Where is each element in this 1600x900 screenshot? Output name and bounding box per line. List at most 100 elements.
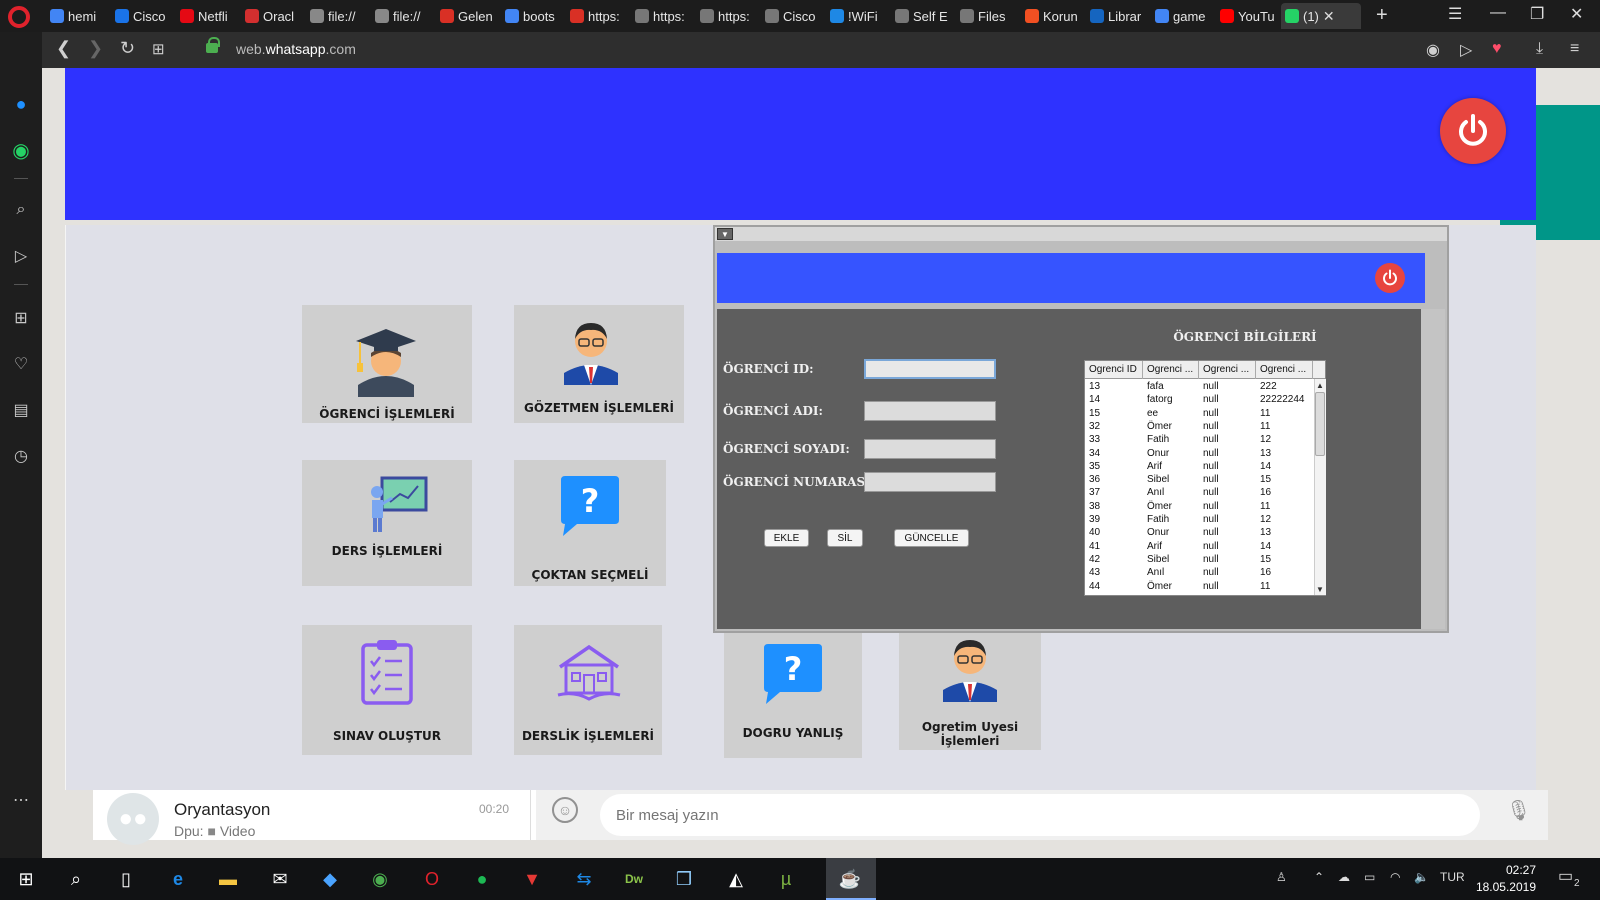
cube-app-icon[interactable]: ❒: [670, 865, 698, 893]
opera-logo-icon[interactable]: [8, 6, 30, 28]
teamviewer-icon[interactable]: ⇆: [570, 865, 598, 893]
table-row[interactable]: 14 fatorg null 22222244: [1085, 393, 1313, 406]
student-number-field[interactable]: [864, 472, 996, 492]
wifi-icon[interactable]: ◠: [1390, 870, 1400, 884]
onedrive-icon[interactable]: ☁: [1338, 870, 1350, 884]
student-id-field[interactable]: [864, 359, 996, 379]
browser-tab[interactable]: Korun: [1021, 3, 1083, 29]
messenger-icon[interactable]: ●: [9, 92, 33, 116]
news-icon[interactable]: ▤: [9, 398, 33, 422]
course-operations-tile[interactable]: DERS İŞLEMLERİ: [302, 460, 472, 586]
spotify-icon[interactable]: ●: [468, 865, 496, 893]
exit-power-button[interactable]: [1440, 98, 1506, 164]
heart-icon[interactable]: ♥: [1492, 40, 1502, 58]
emoji-icon[interactable]: ☺: [552, 797, 578, 823]
student-surname-field[interactable]: [864, 439, 996, 459]
update-button[interactable]: GÜNCELLE: [894, 529, 969, 547]
browser-tab[interactable]: https:: [631, 3, 693, 29]
message-input[interactable]: [600, 794, 1480, 836]
browser-tab[interactable]: Self E: [891, 3, 953, 29]
browser-tab[interactable]: YouTu: [1216, 3, 1278, 29]
search-icon[interactable]: ⌕: [9, 198, 33, 222]
browser-tab[interactable]: Gelen: [436, 3, 498, 29]
table-row[interactable]: 15 ee null 11: [1085, 407, 1313, 420]
browser-tab[interactable]: game: [1151, 3, 1213, 29]
table-row[interactable]: 44 Ömer null 11: [1085, 580, 1313, 593]
unity-icon[interactable]: ◭: [722, 865, 750, 893]
column-header[interactable]: Ogrenci ...: [1199, 361, 1256, 379]
table-row[interactable]: 43 Anıl null 16: [1085, 566, 1313, 579]
scroll-down-arrow-icon[interactable]: ▼: [1314, 583, 1326, 595]
tab-menu-icon[interactable]: ☰: [1448, 4, 1462, 24]
column-header[interactable]: Ogrenci ID: [1085, 361, 1143, 379]
column-header[interactable]: Ogrenci ...: [1143, 361, 1199, 379]
frame-menu-dropdown-icon[interactable]: ▼: [717, 228, 733, 240]
browser-tab[interactable]: !WiFi: [826, 3, 888, 29]
table-row[interactable]: 39 Fatih null 12: [1085, 513, 1313, 526]
browser-tab[interactable]: https:: [696, 3, 758, 29]
table-row[interactable]: 33 Fatih null 12: [1085, 433, 1313, 446]
flow-send-icon[interactable]: ▷: [1460, 40, 1472, 60]
system-clock[interactable]: 02:27 18.05.2019: [1466, 862, 1536, 896]
table-row[interactable]: 13 fafa null 222: [1085, 380, 1313, 393]
close-tab-icon[interactable]: ✕: [1323, 8, 1335, 25]
table-row[interactable]: 37 Anıl null 16: [1085, 486, 1313, 499]
url-text[interactable]: web.whatsapp.com: [236, 41, 356, 57]
back-button[interactable]: ❮: [56, 38, 71, 59]
true-false-tile[interactable]: ? DOGRU YANLIŞ: [724, 630, 862, 758]
speed-dial-icon[interactable]: ⊞: [152, 40, 165, 58]
student-name-field[interactable]: [864, 401, 996, 421]
table-row[interactable]: 35 Arif null 14: [1085, 460, 1313, 473]
browser-tab[interactable]: Librar: [1086, 3, 1148, 29]
multiple-choice-tile[interactable]: ? ÇOKTAN SEÇMELİ: [514, 460, 666, 586]
group-avatar-icon[interactable]: ●●: [107, 793, 159, 845]
browser-tab[interactable]: Files: [956, 3, 1018, 29]
student-operations-tile[interactable]: ÖGRENCİ İŞLEMLERİ: [302, 305, 472, 423]
utorrent-icon[interactable]: µ: [772, 865, 800, 893]
flow-icon[interactable]: ▷: [9, 244, 33, 268]
opera-icon[interactable]: O: [418, 865, 446, 893]
column-header[interactable]: Ogrenci ...: [1256, 361, 1313, 379]
chat-name[interactable]: Oryantasyon: [174, 800, 270, 820]
browser-tab[interactable]: boots: [501, 3, 563, 29]
reload-button[interactable]: ↻: [120, 38, 135, 59]
restore-button[interactable]: ❐: [1530, 4, 1544, 24]
battery-icon[interactable]: ▭: [1364, 870, 1375, 884]
table-row[interactable]: 36 Sibel null 15: [1085, 473, 1313, 486]
bookmarks-heart-icon[interactable]: ♡: [9, 352, 33, 376]
network-app-icon[interactable]: ◆: [316, 865, 344, 893]
add-button[interactable]: EKLE: [764, 529, 809, 547]
mail-icon[interactable]: ✉: [266, 865, 294, 893]
browser-tab[interactable]: Cisco: [761, 3, 823, 29]
delete-button[interactable]: SİL: [827, 529, 863, 547]
snapshot-icon[interactable]: ◉: [1426, 40, 1440, 60]
browser-tab[interactable]: hemi: [46, 3, 108, 29]
speed-dial-icon[interactable]: ⊞: [9, 306, 33, 330]
close-window-button[interactable]: ✕: [1570, 4, 1583, 24]
browser-tab[interactable]: https:: [566, 3, 628, 29]
table-row[interactable]: 34 Onur null 13: [1085, 447, 1313, 460]
whatsapp-icon[interactable]: ◉: [9, 138, 33, 162]
browser-tab[interactable]: file://: [371, 3, 433, 29]
download-manager-icon[interactable]: ▼: [518, 865, 546, 893]
lock-icon[interactable]: [206, 37, 220, 53]
show-hidden-icons[interactable]: ⌃: [1314, 870, 1324, 884]
classroom-operations-tile[interactable]: DERSLİK İŞLEMLERİ: [514, 625, 662, 755]
scrollbar-thumb[interactable]: [1315, 392, 1325, 456]
chrome-icon[interactable]: ◉: [366, 865, 394, 893]
create-exam-tile[interactable]: SINAV OLUŞTUR: [302, 625, 472, 755]
edge-icon[interactable]: e: [164, 865, 192, 893]
frame-close-power-button[interactable]: [1375, 263, 1405, 293]
easy-setup-icon[interactable]: ≡: [1570, 40, 1579, 58]
volume-icon[interactable]: 🔈: [1414, 870, 1429, 884]
table-row[interactable]: 38 Ömer null 11: [1085, 500, 1313, 513]
windows-start-icon[interactable]: ⊞: [12, 865, 40, 893]
history-clock-icon[interactable]: ◷: [9, 444, 33, 468]
browser-tab[interactable]: Cisco: [111, 3, 173, 29]
browser-tab[interactable]: Oracl: [241, 3, 303, 29]
language-indicator[interactable]: TUR: [1440, 870, 1465, 884]
download-icon[interactable]: ⤓: [1536, 40, 1543, 58]
file-explorer-icon[interactable]: ▬: [214, 865, 242, 893]
forward-button[interactable]: ❯: [88, 38, 103, 59]
faculty-member-operations-tile[interactable]: Ogretim Uyesi İşlemleri: [899, 630, 1041, 750]
